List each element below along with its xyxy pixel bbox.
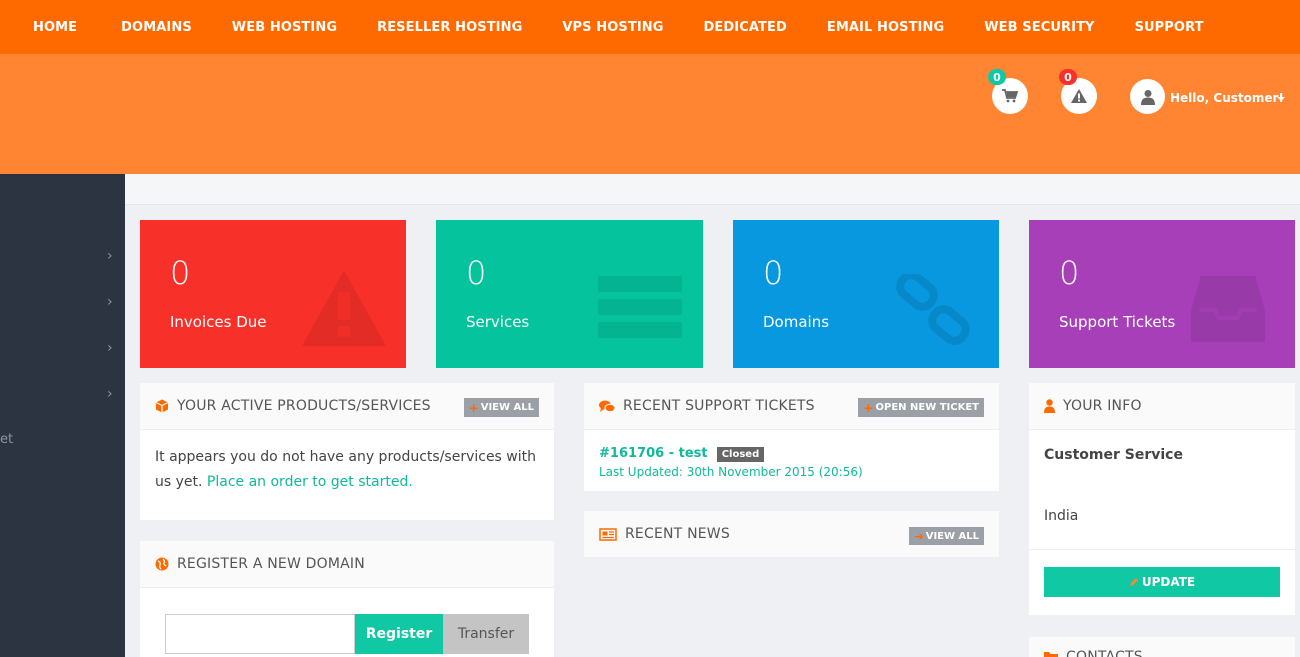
- tile-invoices-due[interactable]: 0 Invoices Due: [140, 220, 406, 368]
- products-empty-message: It appears you do not have any products/…: [140, 430, 554, 510]
- panel-header: RECENT NEWS ➔ VIEW ALL: [584, 511, 999, 558]
- panel-header: YOUR INFO: [1029, 383, 1295, 430]
- comments-icon: [599, 400, 615, 412]
- nav-support[interactable]: SUPPORT: [1135, 20, 1204, 35]
- tile-count: 0: [763, 254, 784, 292]
- sidebar: › › › › et: [0, 174, 125, 657]
- nav-home[interactable]: HOME: [33, 20, 77, 35]
- user-icon: [1044, 399, 1055, 413]
- panel-header: REGISTER A NEW DOMAIN: [140, 541, 554, 588]
- button-label: VIEW ALL: [480, 402, 534, 413]
- panel-title: RECENT SUPPORT TICKETS: [623, 398, 815, 414]
- nav-reseller-hosting[interactable]: RESELLER HOSTING: [377, 20, 522, 35]
- tile-label: Support Tickets: [1059, 313, 1176, 331]
- nav-web-security[interactable]: WEB SECURITY: [984, 20, 1094, 35]
- tile-domains[interactable]: 0 Domains: [733, 220, 999, 368]
- support-tickets-panel: RECENT SUPPORT TICKETS + OPEN NEW TICKET …: [584, 383, 999, 491]
- panel-title: CONTACTS: [1066, 649, 1143, 657]
- contacts-panel: CONTACTS: [1029, 637, 1295, 657]
- panel-title: REGISTER A NEW DOMAIN: [177, 556, 365, 572]
- chevron-down-icon[interactable]: [1277, 97, 1285, 101]
- domain-search-input[interactable]: [165, 614, 355, 654]
- cart-count-badge: 0: [988, 69, 1006, 85]
- products-panel: YOUR ACTIVE PRODUCTS/SERVICES + VIEW ALL …: [140, 383, 554, 520]
- user-avatar[interactable]: [1130, 79, 1165, 114]
- register-domain-panel: REGISTER A NEW DOMAIN Register Transfer: [140, 541, 554, 657]
- chevron-right-icon[interactable]: ›: [107, 248, 113, 264]
- cube-icon: [155, 399, 169, 413]
- nav-web-hosting[interactable]: WEB HOSTING: [232, 20, 337, 35]
- tile-label: Services: [466, 313, 530, 331]
- open-new-ticket-button[interactable]: + OPEN NEW TICKET: [858, 398, 984, 417]
- alert-count-badge: 0: [1059, 69, 1077, 85]
- chevron-right-icon[interactable]: ›: [107, 386, 113, 402]
- cart-icon: [1002, 89, 1018, 103]
- server-icon: [598, 276, 682, 338]
- update-info-button[interactable]: UPDATE: [1044, 567, 1280, 597]
- customer-name: Customer Service: [1044, 447, 1183, 463]
- tile-support-tickets[interactable]: 0 Support Tickets: [1029, 220, 1295, 368]
- warning-icon: [302, 270, 386, 346]
- ticket-last-updated: Last Updated: 30th November 2015 (20:56): [599, 465, 863, 479]
- divider: [1029, 549, 1295, 550]
- inbox-icon: [1191, 276, 1265, 342]
- tile-services[interactable]: 0 Services: [436, 220, 703, 368]
- transfer-button[interactable]: Transfer: [443, 614, 529, 654]
- plus-icon: +: [468, 400, 479, 415]
- button-label: OPEN NEW TICKET: [875, 402, 979, 413]
- ticket-list-item[interactable]: #161706 - test Closed Last Updated: 30th…: [584, 430, 999, 491]
- place-order-link[interactable]: Place an order to get started.: [207, 474, 413, 490]
- view-all-products-button[interactable]: + VIEW ALL: [463, 398, 539, 417]
- panel-header: RECENT SUPPORT TICKETS + OPEN NEW TICKET: [584, 383, 999, 430]
- user-greeting[interactable]: Hello, Customer!: [1170, 91, 1284, 105]
- panel-header: CONTACTS: [1029, 637, 1295, 657]
- globe-icon: [155, 557, 169, 571]
- tile-label: Invoices Due: [170, 313, 267, 331]
- chevron-right-icon[interactable]: ›: [107, 340, 113, 356]
- newspaper-icon: [599, 527, 617, 541]
- breadcrumb-bar: [125, 174, 1300, 205]
- arrow-right-icon: ➔: [914, 529, 924, 543]
- register-button[interactable]: Register: [355, 614, 443, 654]
- view-all-news-button[interactable]: ➔ VIEW ALL: [909, 527, 984, 545]
- link-icon: [896, 274, 970, 345]
- plus-icon: +: [863, 400, 874, 415]
- pencil-icon: [1129, 578, 1138, 586]
- status-badge: Closed: [716, 447, 765, 462]
- button-label: VIEW ALL: [925, 530, 979, 542]
- tile-label: Domains: [763, 313, 830, 331]
- panel-title: YOUR ACTIVE PRODUCTS/SERVICES: [177, 398, 431, 414]
- user-icon: [1140, 89, 1155, 105]
- nav-email-hosting[interactable]: EMAIL HOSTING: [827, 20, 944, 35]
- folder-icon: [1044, 652, 1058, 657]
- your-info-panel: YOUR INFO Customer Service India UPDATE: [1029, 383, 1295, 615]
- tile-count: 0: [1059, 254, 1080, 292]
- ticket-link[interactable]: #161706 - test: [599, 446, 708, 461]
- tile-count: 0: [170, 254, 191, 292]
- header-bar: 0 0: [0, 54, 1300, 174]
- nav-vps-hosting[interactable]: VPS HOSTING: [562, 20, 663, 35]
- button-label: UPDATE: [1141, 575, 1196, 589]
- warning-icon: [1071, 89, 1087, 103]
- chevron-right-icon[interactable]: ›: [107, 294, 113, 310]
- recent-news-panel: RECENT NEWS ➔ VIEW ALL: [584, 511, 999, 558]
- sidebar-item-label[interactable]: et: [0, 432, 13, 447]
- panel-header: YOUR ACTIVE PRODUCTS/SERVICES + VIEW ALL: [140, 383, 554, 430]
- top-navigation: HOME DOMAINS WEB HOSTING RESELLER HOSTIN…: [0, 0, 1300, 54]
- nav-dedicated[interactable]: DEDICATED: [704, 20, 787, 35]
- tile-count: 0: [466, 254, 487, 292]
- customer-country: India: [1044, 508, 1079, 524]
- nav-domains[interactable]: DOMAINS: [121, 20, 192, 35]
- panel-title: YOUR INFO: [1063, 398, 1142, 414]
- panel-title: RECENT NEWS: [625, 526, 730, 542]
